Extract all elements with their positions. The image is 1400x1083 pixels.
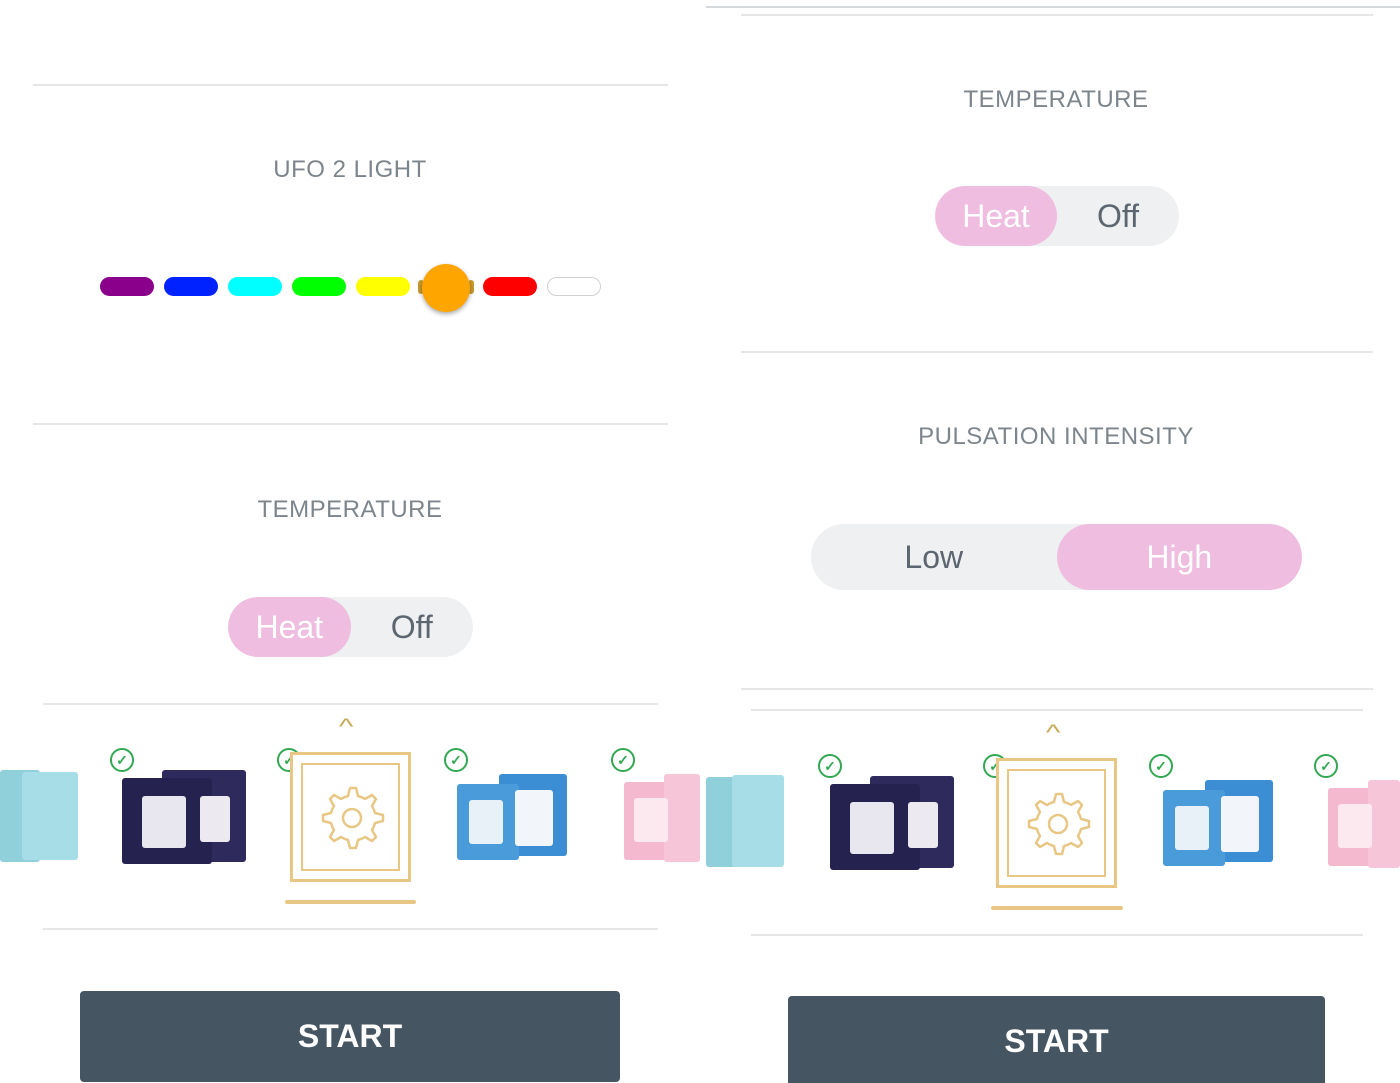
divider xyxy=(33,423,668,425)
check-circle-icon: ✓ xyxy=(1314,754,1338,778)
mask-card-partial[interactable] xyxy=(0,770,80,865)
mask-card-hydrating[interactable] xyxy=(455,772,570,862)
color-purple[interactable] xyxy=(100,277,154,296)
temperature-heat-option[interactable]: Heat xyxy=(935,186,1057,246)
check-circle-icon: ✓ xyxy=(1149,754,1173,778)
custom-settings-card-selected[interactable] xyxy=(996,758,1117,888)
check-circle-icon: ✓ xyxy=(444,748,468,772)
color-cyan[interactable] xyxy=(228,277,282,296)
color-orange-selected[interactable] xyxy=(422,264,470,312)
mask-card-hydrating[interactable] xyxy=(1161,778,1276,868)
pulsation-section-title: PULSATION INTENSITY xyxy=(918,423,1194,450)
custom-settings-card-selected[interactable] xyxy=(290,752,411,882)
temperature-off-option[interactable]: Off xyxy=(1057,186,1179,246)
divider xyxy=(706,6,1400,8)
gear-icon xyxy=(321,786,385,850)
mask-card-night[interactable] xyxy=(122,768,247,866)
divider xyxy=(33,84,668,86)
temperature-heat-option[interactable]: Heat xyxy=(228,597,351,657)
divider xyxy=(751,934,1363,936)
chevron-up-icon[interactable]: ^ xyxy=(339,714,353,740)
light-color-picker[interactable] xyxy=(100,264,610,312)
chevron-up-icon[interactable]: ^ xyxy=(1046,720,1060,746)
selected-indicator xyxy=(285,900,416,904)
light-section-title: UFO 2 LIGHT xyxy=(273,156,427,183)
color-white[interactable] xyxy=(547,277,601,296)
mask-card-partial[interactable] xyxy=(706,775,786,870)
pulsation-low-option[interactable]: Low xyxy=(811,524,1057,590)
left-screen: UFO 2 LIGHT TEMPERATURE Heat Off ✓ ✓ ^ ✓… xyxy=(0,0,700,1083)
divider xyxy=(43,928,658,930)
divider xyxy=(741,688,1373,690)
temperature-toggle[interactable]: Heat Off xyxy=(935,186,1179,246)
color-red[interactable] xyxy=(483,277,537,296)
color-green[interactable] xyxy=(292,277,346,296)
color-blue[interactable] xyxy=(164,277,218,296)
gear-icon xyxy=(1027,792,1091,856)
mask-card-pink[interactable] xyxy=(622,772,700,864)
divider xyxy=(741,351,1373,353)
temperature-section-title: TEMPERATURE xyxy=(963,86,1149,113)
mask-card-night[interactable] xyxy=(830,774,955,872)
right-screen: TEMPERATURE Heat Off PULSATION INTENSITY… xyxy=(706,0,1400,1083)
divider xyxy=(751,709,1363,711)
divider xyxy=(43,703,658,705)
temperature-toggle[interactable]: Heat Off xyxy=(228,597,473,657)
selected-indicator xyxy=(991,906,1123,910)
temperature-section-title: TEMPERATURE xyxy=(257,496,443,523)
start-button[interactable]: START xyxy=(80,991,620,1082)
mask-card-pink[interactable] xyxy=(1326,778,1400,870)
color-yellow[interactable] xyxy=(356,277,410,296)
pulsation-toggle[interactable]: Low High xyxy=(811,524,1302,590)
divider xyxy=(741,14,1373,16)
start-button[interactable]: START xyxy=(788,996,1325,1083)
pulsation-high-option[interactable]: High xyxy=(1056,524,1302,590)
check-circle-icon: ✓ xyxy=(611,748,635,772)
temperature-off-option[interactable]: Off xyxy=(351,597,474,657)
